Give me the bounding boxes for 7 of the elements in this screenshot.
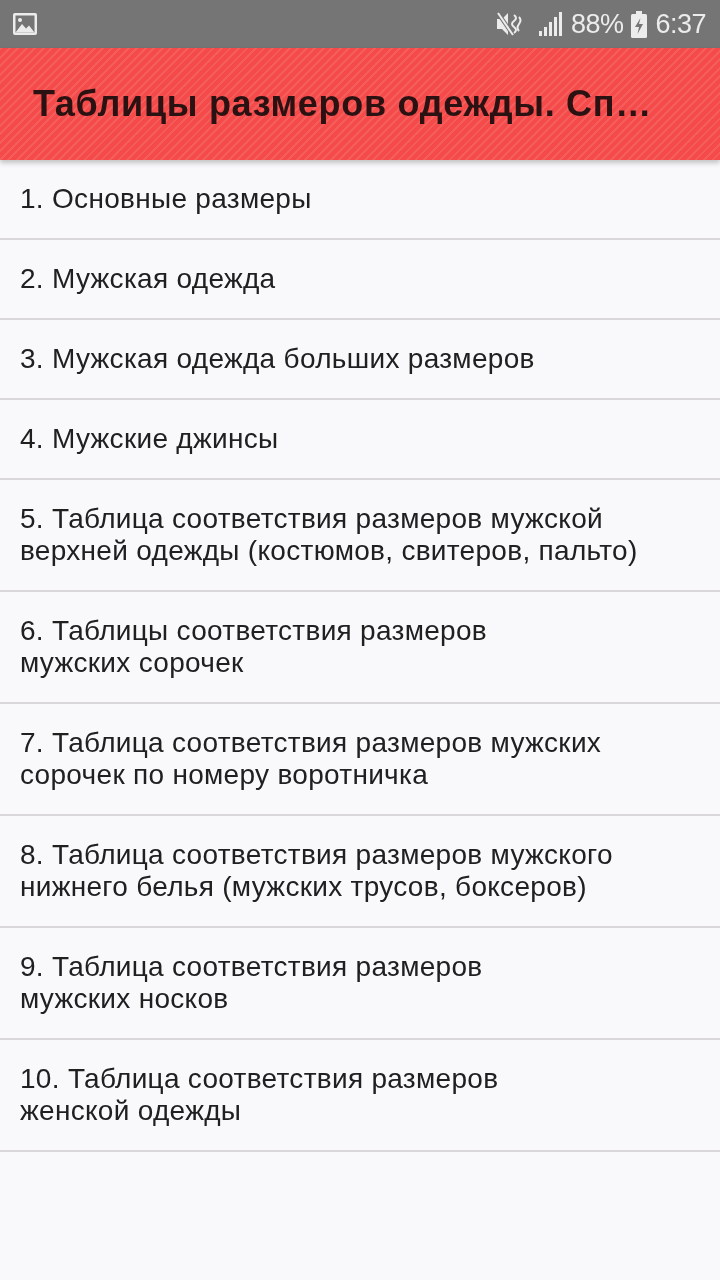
clock-time: 6:37 [655,10,706,38]
signal-icon [538,12,563,36]
battery-percent: 88% [570,10,624,38]
app-title: Таблицы размеров одежды. Сп… [33,82,652,126]
image-icon [12,12,38,36]
vibrate-mute-icon [495,11,523,37]
battery-charging-icon [631,10,648,38]
